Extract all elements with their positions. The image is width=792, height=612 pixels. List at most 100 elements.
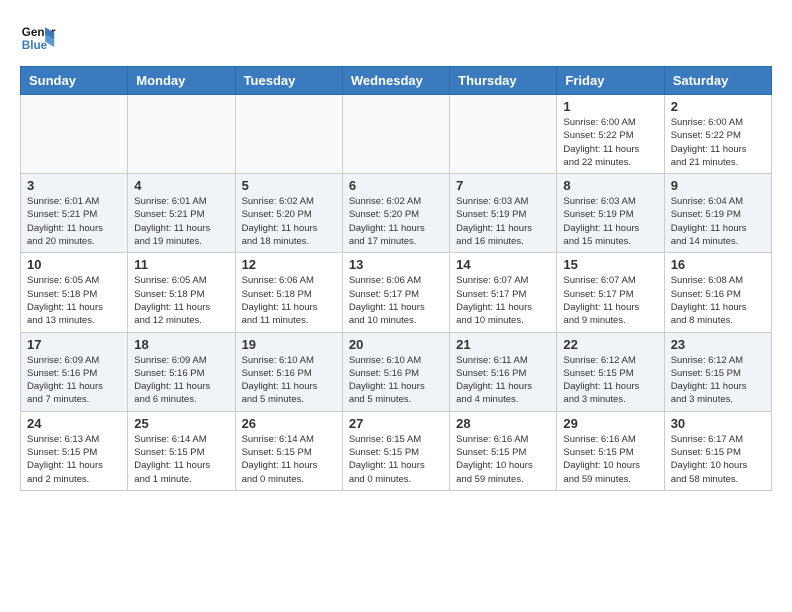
day-number: 25 — [134, 416, 228, 431]
day-info: Sunrise: 6:07 AM Sunset: 5:17 PM Dayligh… — [563, 274, 657, 327]
day-info: Sunrise: 6:06 AM Sunset: 5:17 PM Dayligh… — [349, 274, 443, 327]
page-header: General Blue — [20, 20, 772, 56]
day-info: Sunrise: 6:11 AM Sunset: 5:16 PM Dayligh… — [456, 354, 550, 407]
logo: General Blue — [20, 20, 56, 56]
weekday-header-wednesday: Wednesday — [342, 67, 449, 95]
day-info: Sunrise: 6:14 AM Sunset: 5:15 PM Dayligh… — [134, 433, 228, 486]
calendar-row-4: 24 Sunrise: 6:13 AM Sunset: 5:15 PM Dayli… — [21, 411, 772, 490]
day-number: 20 — [349, 337, 443, 352]
calendar-cell: 1Sunrise: 6:00 AM Sunset: 5:22 PM Daylig… — [557, 95, 664, 174]
calendar-cell: 13 Sunrise: 6:06 AM Sunset: 5:17 PM Dayli… — [342, 253, 449, 332]
svg-text:Blue: Blue — [22, 39, 48, 52]
calendar-cell: 14Sunrise: 6:07 AM Sunset: 5:17 PM Dayli… — [450, 253, 557, 332]
day-info: Sunrise: 6:08 AM Sunset: 5:16 PM Dayligh… — [671, 274, 765, 327]
calendar-cell: 5 Sunrise: 6:02 AM Sunset: 5:20 PM Daylig… — [235, 174, 342, 253]
calendar-cell: 16 Sunrise: 6:08 AM Sunset: 5:16 PM Dayli… — [664, 253, 771, 332]
logo-icon: General Blue — [20, 20, 56, 56]
weekday-header-friday: Friday — [557, 67, 664, 95]
calendar-cell: 22 Sunrise: 6:12 AM Sunset: 5:15 PM Dayli… — [557, 332, 664, 411]
day-number: 8 — [563, 178, 657, 193]
day-number: 29 — [563, 416, 657, 431]
day-number: 10 — [27, 257, 121, 272]
day-number: 26 — [242, 416, 336, 431]
day-number: 13 — [349, 257, 443, 272]
calendar-cell: 15 Sunrise: 6:07 AM Sunset: 5:17 PM Dayli… — [557, 253, 664, 332]
day-info: Sunrise: 6:12 AM Sunset: 5:15 PM Dayligh… — [563, 354, 657, 407]
calendar-cell: 3 Sunrise: 6:01 AM Sunset: 5:21 PM Daylig… — [21, 174, 128, 253]
day-number: 15 — [563, 257, 657, 272]
weekday-header-monday: Monday — [128, 67, 235, 95]
day-info: Sunrise: 6:14 AM Sunset: 5:15 PM Dayligh… — [242, 433, 336, 486]
calendar-cell: 11Sunrise: 6:05 AM Sunset: 5:18 PM Dayli… — [128, 253, 235, 332]
day-info: Sunrise: 6:12 AM Sunset: 5:15 PM Dayligh… — [671, 354, 765, 407]
day-number: 27 — [349, 416, 443, 431]
day-info: Sunrise: 6:16 AM Sunset: 5:15 PM Dayligh… — [456, 433, 550, 486]
calendar-cell: 7 Sunrise: 6:03 AM Sunset: 5:19 PM Daylig… — [450, 174, 557, 253]
day-info: Sunrise: 6:01 AM Sunset: 5:21 PM Dayligh… — [134, 195, 228, 248]
day-info: Sunrise: 6:04 AM Sunset: 5:19 PM Dayligh… — [671, 195, 765, 248]
day-info: Sunrise: 6:15 AM Sunset: 5:15 PM Dayligh… — [349, 433, 443, 486]
day-number: 9 — [671, 178, 765, 193]
calendar-cell: 23 Sunrise: 6:12 AM Sunset: 5:15 PM Dayli… — [664, 332, 771, 411]
calendar-cell: 2 Sunrise: 6:00 AM Sunset: 5:22 PM Daylig… — [664, 95, 771, 174]
calendar-cell: 26 Sunrise: 6:14 AM Sunset: 5:15 PM Dayli… — [235, 411, 342, 490]
weekday-header-tuesday: Tuesday — [235, 67, 342, 95]
calendar-cell — [342, 95, 449, 174]
calendar-cell: 17 Sunrise: 6:09 AM Sunset: 5:16 PM Dayli… — [21, 332, 128, 411]
day-info: Sunrise: 6:00 AM Sunset: 5:22 PM Dayligh… — [563, 116, 657, 169]
calendar-cell — [450, 95, 557, 174]
day-info: Sunrise: 6:17 AM Sunset: 5:15 PM Dayligh… — [671, 433, 765, 486]
calendar-cell: 12 Sunrise: 6:06 AM Sunset: 5:18 PM Dayli… — [235, 253, 342, 332]
day-info: Sunrise: 6:01 AM Sunset: 5:21 PM Dayligh… — [27, 195, 121, 248]
calendar-cell: 29 Sunrise: 6:16 AM Sunset: 5:15 PM Dayli… — [557, 411, 664, 490]
calendar-cell: 30Sunrise: 6:17 AM Sunset: 5:15 PM Dayli… — [664, 411, 771, 490]
day-number: 23 — [671, 337, 765, 352]
calendar-cell: 6 Sunrise: 6:02 AM Sunset: 5:20 PM Daylig… — [342, 174, 449, 253]
calendar-cell — [128, 95, 235, 174]
day-number: 3 — [27, 178, 121, 193]
day-number: 16 — [671, 257, 765, 272]
calendar-cell: 25 Sunrise: 6:14 AM Sunset: 5:15 PM Dayli… — [128, 411, 235, 490]
day-number: 21 — [456, 337, 550, 352]
calendar-body: 1Sunrise: 6:00 AM Sunset: 5:22 PM Daylig… — [21, 95, 772, 491]
day-number: 6 — [349, 178, 443, 193]
calendar: SundayMondayTuesdayWednesdayThursdayFrid… — [20, 66, 772, 491]
day-number: 22 — [563, 337, 657, 352]
day-info: Sunrise: 6:10 AM Sunset: 5:16 PM Dayligh… — [242, 354, 336, 407]
calendar-cell: 8 Sunrise: 6:03 AM Sunset: 5:19 PM Daylig… — [557, 174, 664, 253]
day-info: Sunrise: 6:03 AM Sunset: 5:19 PM Dayligh… — [563, 195, 657, 248]
day-number: 4 — [134, 178, 228, 193]
calendar-cell — [235, 95, 342, 174]
day-number: 28 — [456, 416, 550, 431]
day-number: 18 — [134, 337, 228, 352]
day-info: Sunrise: 6:10 AM Sunset: 5:16 PM Dayligh… — [349, 354, 443, 407]
calendar-cell: 4 Sunrise: 6:01 AM Sunset: 5:21 PM Daylig… — [128, 174, 235, 253]
day-info: Sunrise: 6:02 AM Sunset: 5:20 PM Dayligh… — [349, 195, 443, 248]
calendar-cell: 24 Sunrise: 6:13 AM Sunset: 5:15 PM Dayli… — [21, 411, 128, 490]
day-info: Sunrise: 6:16 AM Sunset: 5:15 PM Dayligh… — [563, 433, 657, 486]
calendar-row-3: 17 Sunrise: 6:09 AM Sunset: 5:16 PM Dayli… — [21, 332, 772, 411]
day-info: Sunrise: 6:03 AM Sunset: 5:19 PM Dayligh… — [456, 195, 550, 248]
day-number: 2 — [671, 99, 765, 114]
weekday-header-thursday: Thursday — [450, 67, 557, 95]
weekday-header-sunday: Sunday — [21, 67, 128, 95]
calendar-row-0: 1Sunrise: 6:00 AM Sunset: 5:22 PM Daylig… — [21, 95, 772, 174]
day-info: Sunrise: 6:06 AM Sunset: 5:18 PM Dayligh… — [242, 274, 336, 327]
day-info: Sunrise: 6:13 AM Sunset: 5:15 PM Dayligh… — [27, 433, 121, 486]
day-number: 11 — [134, 257, 228, 272]
calendar-cell: 20 Sunrise: 6:10 AM Sunset: 5:16 PM Dayli… — [342, 332, 449, 411]
weekday-header-saturday: Saturday — [664, 67, 771, 95]
calendar-cell: 21 Sunrise: 6:11 AM Sunset: 5:16 PM Dayli… — [450, 332, 557, 411]
day-info: Sunrise: 6:00 AM Sunset: 5:22 PM Dayligh… — [671, 116, 765, 169]
day-info: Sunrise: 6:02 AM Sunset: 5:20 PM Dayligh… — [242, 195, 336, 248]
day-number: 24 — [27, 416, 121, 431]
day-number: 12 — [242, 257, 336, 272]
day-number: 7 — [456, 178, 550, 193]
day-info: Sunrise: 6:09 AM Sunset: 5:16 PM Dayligh… — [27, 354, 121, 407]
calendar-cell: 9 Sunrise: 6:04 AM Sunset: 5:19 PM Daylig… — [664, 174, 771, 253]
day-number: 17 — [27, 337, 121, 352]
day-number: 5 — [242, 178, 336, 193]
calendar-cell: 19Sunrise: 6:10 AM Sunset: 5:16 PM Dayli… — [235, 332, 342, 411]
day-info: Sunrise: 6:05 AM Sunset: 5:18 PM Dayligh… — [27, 274, 121, 327]
calendar-header: SundayMondayTuesdayWednesdayThursdayFrid… — [21, 67, 772, 95]
